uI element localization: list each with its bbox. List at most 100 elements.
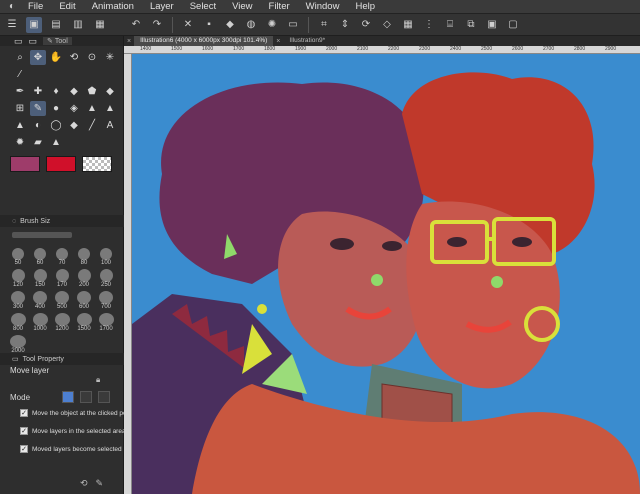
move-icon[interactable]: ✥ (30, 50, 46, 65)
checkbox-move-object[interactable]: ✓ (20, 409, 28, 417)
reset-icon[interactable]: ⟲ (80, 478, 88, 489)
option-move-object[interactable]: ✓ Move the object at the clicked po (20, 409, 127, 417)
brush-size-option[interactable]: 150 (30, 269, 50, 289)
save-icon[interactable]: ▥ (70, 17, 86, 33)
export-icon[interactable]: ▦ (92, 17, 108, 33)
brush-size-option[interactable]: 170 (52, 269, 72, 289)
layer-icon[interactable]: ⧉ (463, 17, 479, 33)
undo-icon[interactable]: ↶ (128, 17, 144, 33)
sticker-icon[interactable]: ▲ (102, 101, 118, 116)
magic-wand-icon[interactable]: ✳ (102, 50, 118, 65)
brush-size-option[interactable]: 700 (96, 291, 116, 311)
new-file-icon[interactable]: ▣ (26, 16, 42, 33)
brush-size-option[interactable]: 70 (52, 247, 72, 267)
fill-bucket-icon[interactable]: ⬟ (84, 84, 100, 99)
brush-size-option[interactable]: 600 (74, 291, 94, 311)
balloon-icon[interactable]: ◯ (48, 118, 64, 133)
rotate-view-icon[interactable]: ⟲ (66, 50, 82, 65)
open-file-icon[interactable]: ▤ (48, 17, 64, 33)
sparkle-icon[interactable]: ✹ (12, 135, 28, 150)
crop-icon[interactable]: ⌗ (316, 17, 332, 33)
transform-icon[interactable]: ◆ (222, 17, 238, 33)
brush-icon[interactable]: ♦ (48, 84, 64, 99)
brush-size-option[interactable]: 1000 (30, 313, 50, 333)
fill-icon[interactable]: ▪ (201, 17, 217, 33)
brush-size-option[interactable]: 80 (74, 247, 94, 267)
menu-view[interactable]: View (224, 0, 260, 14)
text-tool-icon[interactable]: A (102, 118, 118, 133)
sub-color-swatch[interactable] (46, 156, 76, 172)
transparent-color-swatch[interactable] (82, 156, 112, 172)
mode-layer-button[interactable] (80, 391, 93, 403)
checkbox-moved-layers-selected[interactable]: ✓ (20, 445, 28, 453)
lock-icon[interactable]: 🔒︎ (96, 375, 100, 385)
frame-icon[interactable]: ⊞ (12, 101, 28, 116)
window-icon[interactable]: ▣ (484, 17, 500, 33)
stamp-icon[interactable]: ▰ (30, 135, 46, 150)
brush-size-option[interactable]: 300 (8, 291, 28, 311)
menu-select[interactable]: Select (182, 0, 224, 14)
ruler-icon[interactable]: ⋮ (421, 17, 437, 33)
line-icon[interactable]: ╱ (84, 118, 100, 133)
brush-size-option[interactable]: 2000 (8, 335, 28, 355)
wrench-icon[interactable]: ✎ (96, 478, 104, 489)
airbrush-icon[interactable]: ● (48, 101, 64, 116)
rotate-icon[interactable]: ⟳ (358, 17, 374, 33)
menu-help[interactable]: Help (347, 0, 383, 14)
brush-size-option[interactable]: 50 (8, 247, 28, 267)
camera-icon[interactable]: ▭ (14, 36, 23, 47)
menu-edit[interactable]: Edit (51, 0, 83, 14)
brush-size-option[interactable]: 1700 (96, 313, 116, 333)
selection-pen-icon[interactable]: ✎ (30, 101, 46, 116)
gradient-icon[interactable]: ▲ (84, 101, 100, 116)
eraser-icon[interactable]: ◆ (102, 84, 118, 99)
eyedropper-icon[interactable]: ⁄ (12, 67, 28, 82)
close-icon[interactable]: × (273, 38, 283, 45)
brush-size-option[interactable]: 500 (52, 291, 72, 311)
brush-size-slider[interactable] (12, 232, 72, 238)
perspective-icon[interactable]: ⌸ (442, 17, 458, 33)
brush-size-option[interactable]: 120 (8, 269, 28, 289)
ruler-tool-icon[interactable]: ◆ (66, 118, 82, 133)
clear-icon[interactable]: ✕ (180, 17, 196, 33)
folder-icon[interactable]: ▭ (29, 36, 38, 47)
tone-icon[interactable]: ◍ (243, 17, 259, 33)
object-select-icon[interactable]: ✚ (30, 84, 46, 99)
decoration-icon[interactable]: ◈ (66, 101, 82, 116)
cake-icon[interactable]: ▲ (48, 135, 64, 150)
brush-size-option[interactable]: 200 (74, 269, 94, 289)
brush-size-option[interactable]: 1500 (74, 313, 94, 333)
brush-size-option[interactable]: 60 (30, 247, 50, 267)
pen-icon[interactable]: ✒ (12, 84, 28, 99)
hand-icon[interactable]: ✋ (48, 50, 64, 65)
menu-animation[interactable]: Animation (84, 0, 142, 14)
mode-grid-button[interactable] (98, 391, 111, 403)
grid-icon[interactable]: ▦ (400, 17, 416, 33)
flip-icon[interactable]: ⇕ (337, 17, 353, 33)
shape-icon[interactable]: ▲ (12, 118, 28, 133)
settings-icon[interactable]: ✺ (264, 17, 280, 33)
print-icon[interactable]: ▭ (285, 17, 301, 33)
brush-size-option[interactable]: 1200 (52, 313, 72, 333)
zoom-icon[interactable]: ⌕ (12, 50, 28, 65)
tool-tab[interactable]: ✎ Tool (43, 37, 72, 45)
brush-size-option[interactable]: 100 (96, 247, 116, 267)
drawing-canvas[interactable] (132, 54, 640, 494)
blend-icon[interactable]: ◆ (66, 84, 82, 99)
close-icon[interactable]: × (124, 38, 134, 45)
hamburger-menu-icon[interactable]: ☰ (4, 17, 20, 33)
main-color-swatch[interactable] (10, 156, 40, 172)
lasso-icon[interactable]: ⊙ (84, 50, 100, 65)
app-logo-icon[interactable]: ◐ (4, 0, 20, 14)
brush-size-option[interactable]: 400 (30, 291, 50, 311)
checkbox-move-layers[interactable]: ✓ (20, 427, 28, 435)
option-move-layers[interactable]: ✓ Move layers in the selected area (20, 427, 126, 435)
brush-size-option[interactable]: 800 (8, 313, 28, 333)
redo-icon[interactable]: ↷ (149, 17, 165, 33)
mode-object-button[interactable] (62, 391, 75, 403)
menu-window[interactable]: Window (298, 0, 348, 14)
menu-layer[interactable]: Layer (142, 0, 182, 14)
text-icon[interactable]: ▢ (505, 17, 521, 33)
option-moved-layers-selected[interactable]: ✓ Moved layers become selected (20, 445, 122, 453)
menu-file[interactable]: File (20, 0, 51, 14)
